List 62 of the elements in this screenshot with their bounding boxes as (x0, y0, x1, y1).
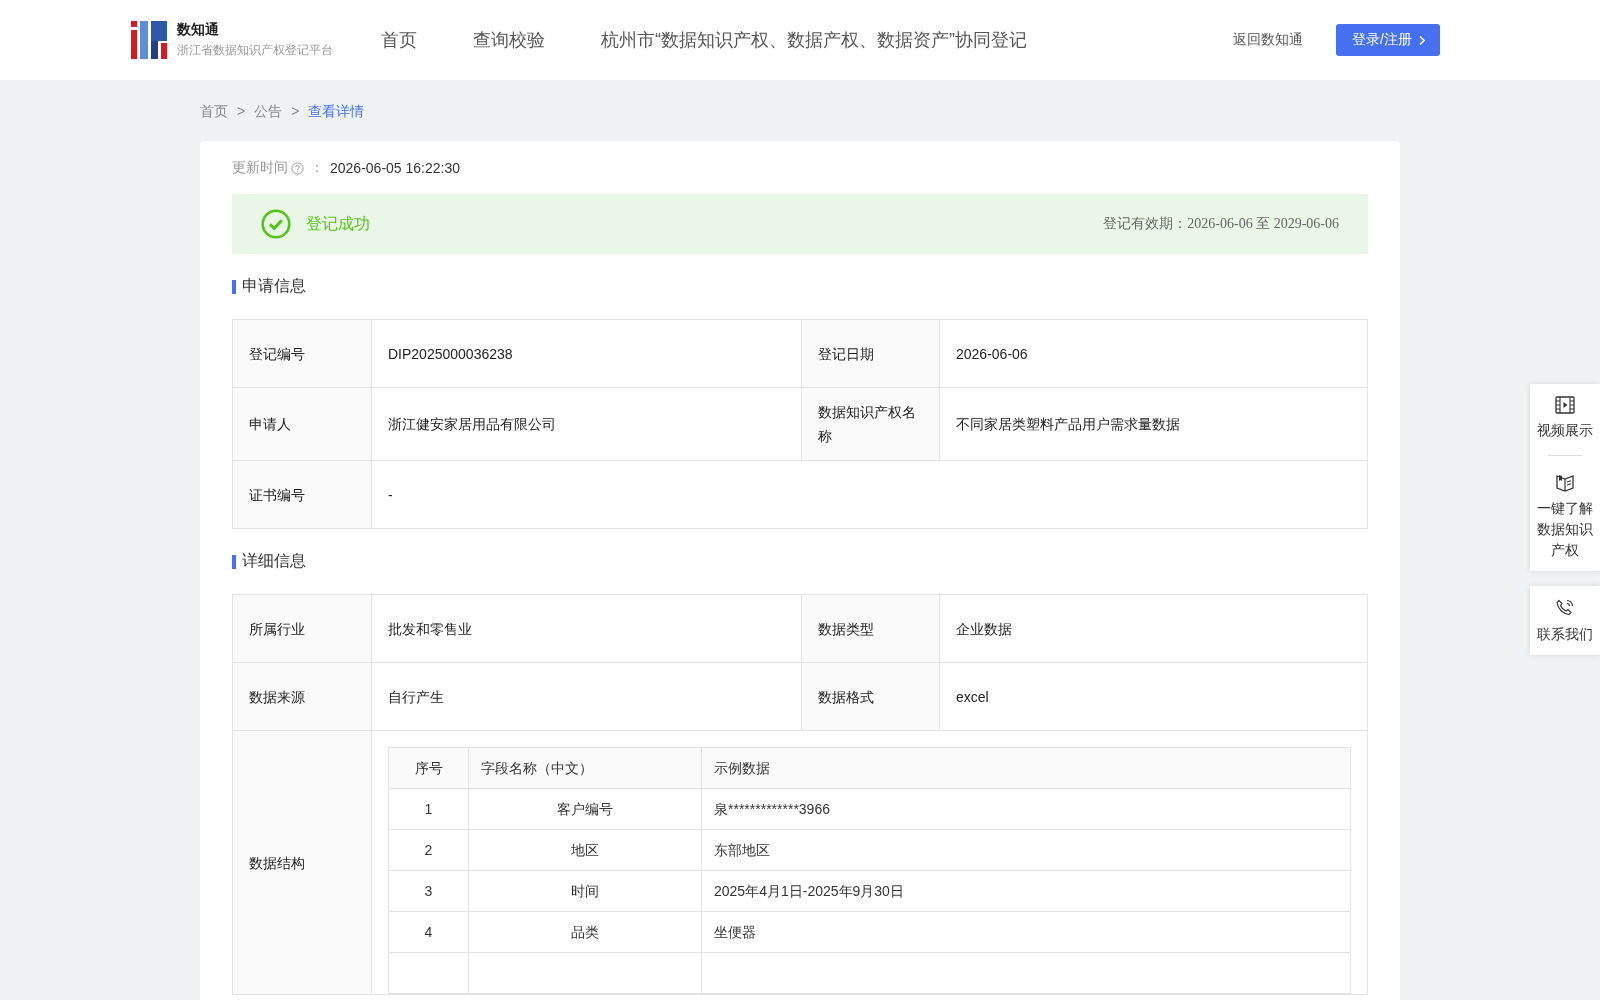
field-label: 申请人 (232, 387, 372, 461)
table-cell: 泉*************3966 (701, 788, 1351, 830)
section-marker (232, 279, 236, 294)
section-title: 申请信息 (242, 276, 306, 296)
field-label: 数据类型 (801, 594, 940, 663)
table-cell: 客户编号 (468, 788, 702, 830)
table-cell: 品类 (468, 911, 702, 953)
column-header: 序号 (388, 747, 469, 789)
breadcrumb-link[interactable]: 查看详情 (308, 103, 365, 121)
field-value: excel (939, 662, 1368, 731)
phone-icon[interactable] (1555, 598, 1575, 618)
field-value: 企业数据 (939, 594, 1368, 663)
film-icon[interactable] (1555, 396, 1575, 414)
status-text: 登记成功 (306, 213, 370, 234)
field-value: 2026-06-06 (939, 319, 1368, 388)
field-label: 登记日期 (801, 319, 940, 388)
side-link[interactable]: 联系我们 (1536, 624, 1594, 645)
field-label: 登记编号 (232, 319, 372, 388)
book-icon[interactable] (1555, 472, 1575, 492)
table-cell: 坐便器 (701, 911, 1351, 953)
validity-text: 登记有效期：2026-06-06 至 2029-06-06 (1103, 215, 1339, 233)
table-cell: 4 (388, 911, 469, 953)
field-value: 自行产生 (371, 662, 802, 731)
logo-name: 数知通 (177, 21, 220, 39)
nav-link[interactable]: 查询校验 (473, 28, 545, 52)
side-link[interactable]: 视频展示 (1536, 420, 1594, 441)
field-label: 数据结构 (232, 730, 372, 995)
logo-icon (131, 21, 167, 59)
nav-link[interactable]: 首页 (381, 28, 417, 52)
field-label: 数据知识产权名称 (801, 387, 940, 461)
field-label: 数据来源 (232, 662, 372, 731)
update-separator: ： (310, 159, 324, 177)
table-cell: 2 (388, 829, 469, 871)
chevron-icon (1418, 34, 1426, 46)
field-value: 浙江健安家居用品有限公司 (371, 387, 802, 461)
back-link[interactable]: 返回数知通 (1233, 31, 1304, 49)
column-header: 字段名称（中文） (468, 747, 702, 789)
update-label: 更新时间 (232, 159, 288, 177)
nav-link[interactable]: 杭州市“数据知识产权、数据产权、数据资产”协同登记 (601, 28, 1027, 52)
section-title: 详细信息 (242, 551, 306, 571)
logo-subtitle: 浙江省数据知识产权登记平台 (177, 42, 333, 59)
field-value: 批发和零售业 (371, 594, 802, 663)
section-marker (232, 554, 236, 569)
table-cell: 时间 (468, 870, 702, 912)
table-cell: 东部地区 (701, 829, 1351, 871)
field-value: DIP2025000036238 (371, 319, 802, 388)
field-label: 证书编号 (232, 460, 372, 529)
breadcrumb-separator: > (237, 103, 246, 121)
update-time: 2026-06-05 16:22:30 (330, 160, 460, 176)
side-link[interactable]: 一键了解数据知识产权 (1536, 498, 1594, 561)
table-cell: 1 (388, 788, 469, 830)
table-cell: 2025年4月1日-2025年9月30日 (701, 870, 1351, 912)
field-label: 数据格式 (801, 662, 940, 731)
table-cell: 3 (388, 870, 469, 912)
login-button[interactable]: 登录/注册 (1336, 24, 1440, 56)
table-cell: 地区 (468, 829, 702, 871)
column-header: 示例数据 (701, 747, 1351, 789)
field-value: - (371, 460, 1368, 529)
field-value: 不同家居类塑料产品用户需求量数据 (939, 387, 1368, 461)
breadcrumb-separator: > (291, 103, 300, 121)
check-circle-icon (261, 209, 291, 239)
field-label: 所属行业 (232, 594, 372, 663)
